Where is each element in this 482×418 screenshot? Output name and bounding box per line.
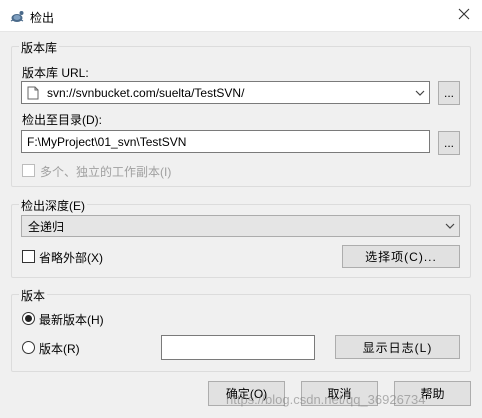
head-revision-label: 最新版本(H) [39,313,104,327]
checkout-dir-input[interactable]: F:\MyProject\01_svn\TestSVN [21,130,430,153]
chevron-down-icon[interactable] [411,82,429,103]
depth-group-label: 检出深度(E) [19,197,87,214]
revision-group [11,294,471,372]
revision-input[interactable] [161,335,315,360]
repo-url-value: svn://svnbucket.com/suelta/TestSVN/ [47,85,245,100]
head-revision-radio[interactable] [22,312,35,325]
repository-group-label: 版本库 [19,39,60,56]
independent-copies-label: 多个、独立的工作副本(I) [40,165,172,179]
close-icon [458,8,470,23]
title-bar: 检出 [0,0,482,31]
repo-url-combo[interactable]: svn://svnbucket.com/suelta/TestSVN/ [21,81,430,104]
chevron-down-icon [441,223,459,229]
window-title: 检出 [30,11,55,25]
omit-externals-label: 省略外部(X) [39,251,103,265]
revision-group-label: 版本 [19,287,48,304]
checkout-dir-label: 检出至目录(D): [22,113,102,127]
specific-revision-radio[interactable] [22,341,35,354]
tortoisesvn-icon [9,8,25,24]
repo-url-label: 版本库 URL: [22,66,89,80]
checkout-dir-value: F:\MyProject\01_svn\TestSVN [27,134,187,149]
independent-copies-checkbox[interactable] [22,164,35,177]
depth-select[interactable]: 全递归 [21,215,460,237]
depth-value: 全递归 [28,219,65,234]
specific-revision-label: 版本(R) [39,342,80,356]
watermark: https://blog.csdn.net/qq_36926734 [226,392,426,407]
options-button[interactable]: 选择项(C)... [342,245,460,268]
show-log-button[interactable]: 显示日志(L) [335,335,460,359]
repo-browse-button[interactable]: ... [438,81,460,105]
omit-externals-checkbox[interactable] [22,250,35,263]
close-button[interactable] [446,0,482,31]
file-icon [27,86,41,100]
dir-browse-button[interactable]: ... [438,131,460,155]
